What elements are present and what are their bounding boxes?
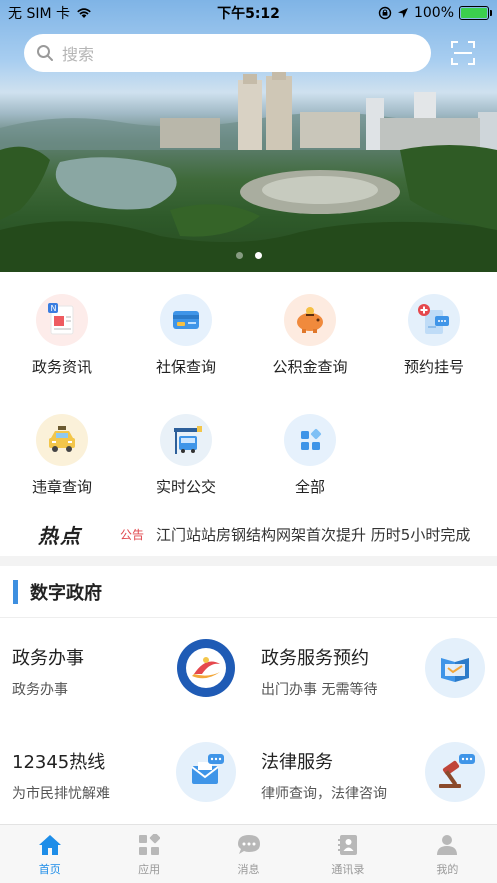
- service-label: 预约挂号: [403, 358, 464, 376]
- section-divider: [0, 556, 497, 566]
- carousel-indicator: [0, 252, 497, 259]
- notice-tag: 公告: [120, 527, 145, 542]
- service-label: 违章查询: [31, 478, 92, 496]
- card-title: 政务办事: [12, 648, 84, 669]
- card-title: 法律服务: [261, 752, 333, 773]
- tab-messages[interactable]: 消息: [199, 825, 298, 883]
- card-title: 政务服务预约: [261, 648, 369, 669]
- tab-label: 应用: [138, 863, 161, 876]
- service-label: 政务资讯: [31, 358, 92, 376]
- card-subtitle: 出门办事 无需等待: [261, 682, 378, 698]
- card-service-booking[interactable]: 政务服务预约 出门办事 无需等待: [249, 618, 497, 718]
- card-legal-service[interactable]: 法律服务 律师查询，法律咨询: [249, 722, 497, 822]
- service-bus[interactable]: 实时公交: [124, 392, 248, 502]
- bottom-tab-bar: 首页 应用 消息 通讯录 我的: [0, 824, 497, 883]
- status-bar: 无 SIM 卡 下午5:12 100%: [0, 0, 497, 26]
- location-arrow-icon: [397, 8, 408, 18]
- service-all[interactable]: 全部: [248, 392, 372, 502]
- card-subtitle: 律师查询，法律咨询: [261, 786, 387, 802]
- service-label: 全部: [294, 478, 325, 496]
- bus-stop-icon: [160, 414, 212, 466]
- section-title: 数字政府: [30, 582, 102, 604]
- service-appointment[interactable]: 预约挂号: [372, 272, 496, 382]
- hotline-mail-icon: [176, 742, 236, 802]
- tab-label: 消息: [237, 863, 260, 876]
- social-security-card-icon: [160, 294, 212, 346]
- card-gov-affairs[interactable]: 政务办事 政务办事: [0, 618, 248, 718]
- news-icon: N: [36, 294, 88, 346]
- banner-carousel[interactable]: 无 SIM 卡 下午5:12 100% 搜索: [0, 0, 497, 272]
- tab-home[interactable]: 首页: [0, 825, 99, 883]
- scan-icon[interactable]: [450, 40, 476, 66]
- tab-apps[interactable]: 应用: [99, 825, 198, 883]
- carousel-dot-active[interactable]: [254, 252, 262, 259]
- hot-headline[interactable]: 江门站站房钢结构网架首次提升 历时5小时完成: [156, 524, 486, 545]
- hot-title: 热点: [38, 523, 82, 548]
- tab-label: 我的: [436, 863, 459, 876]
- services-grid: N 政务资讯 社保查询 公积金查询 预约挂号 违章查询 实时公交 全部: [0, 272, 497, 512]
- battery-icon: [459, 6, 492, 20]
- user-icon: [437, 835, 458, 855]
- svg-text:N: N: [51, 304, 57, 313]
- tab-contacts[interactable]: 通讯录: [298, 825, 397, 883]
- carrier-label: 无 SIM 卡: [8, 6, 70, 22]
- card-title: 12345热线: [12, 752, 106, 773]
- card-subtitle: 为市民排忧解难: [12, 786, 110, 802]
- tab-label: 通讯录: [331, 863, 365, 876]
- service-label: 实时公交: [155, 478, 216, 496]
- contacts-icon: [337, 835, 357, 855]
- taxi-icon: [36, 414, 88, 466]
- medical-appointment-icon: [408, 294, 460, 346]
- tab-label: 首页: [38, 863, 61, 876]
- card-subtitle: 政务办事: [12, 682, 68, 698]
- search-icon: [37, 45, 53, 61]
- search-bar[interactable]: 搜索: [24, 34, 431, 72]
- section-header: 数字政府: [0, 566, 497, 618]
- all-apps-icon: [284, 414, 336, 466]
- battery-percent: 100%: [413, 5, 454, 21]
- card-hotline[interactable]: 12345热线 为市民排忧解难: [0, 722, 248, 822]
- apps-icon: [139, 834, 161, 855]
- service-social-security[interactable]: 社保查询: [124, 272, 248, 382]
- service-gov-news[interactable]: N 政务资讯: [0, 272, 124, 382]
- search-input[interactable]: 搜索: [62, 41, 94, 65]
- message-icon: [237, 835, 260, 854]
- hot-news-bar[interactable]: 热点 公告 江门站站房钢结构网架首次提升 历时5小时完成: [0, 512, 497, 556]
- wifi-icon: [77, 8, 91, 18]
- calendar-book-icon: [425, 638, 485, 698]
- gavel-icon: [425, 742, 485, 802]
- service-housing-fund[interactable]: 公积金查询: [248, 272, 372, 382]
- gov-service-emblem-icon: [176, 638, 236, 698]
- piggy-bank-icon: [284, 294, 336, 346]
- service-label: 公积金查询: [272, 358, 348, 376]
- carousel-dot[interactable]: [235, 252, 243, 259]
- section-marker: [13, 579, 18, 604]
- service-label: 社保查询: [155, 358, 216, 376]
- rotation-lock-icon: [378, 6, 392, 20]
- tab-profile[interactable]: 我的: [398, 825, 497, 883]
- home-icon: [38, 835, 61, 855]
- service-traffic-violation[interactable]: 违章查询: [0, 392, 124, 502]
